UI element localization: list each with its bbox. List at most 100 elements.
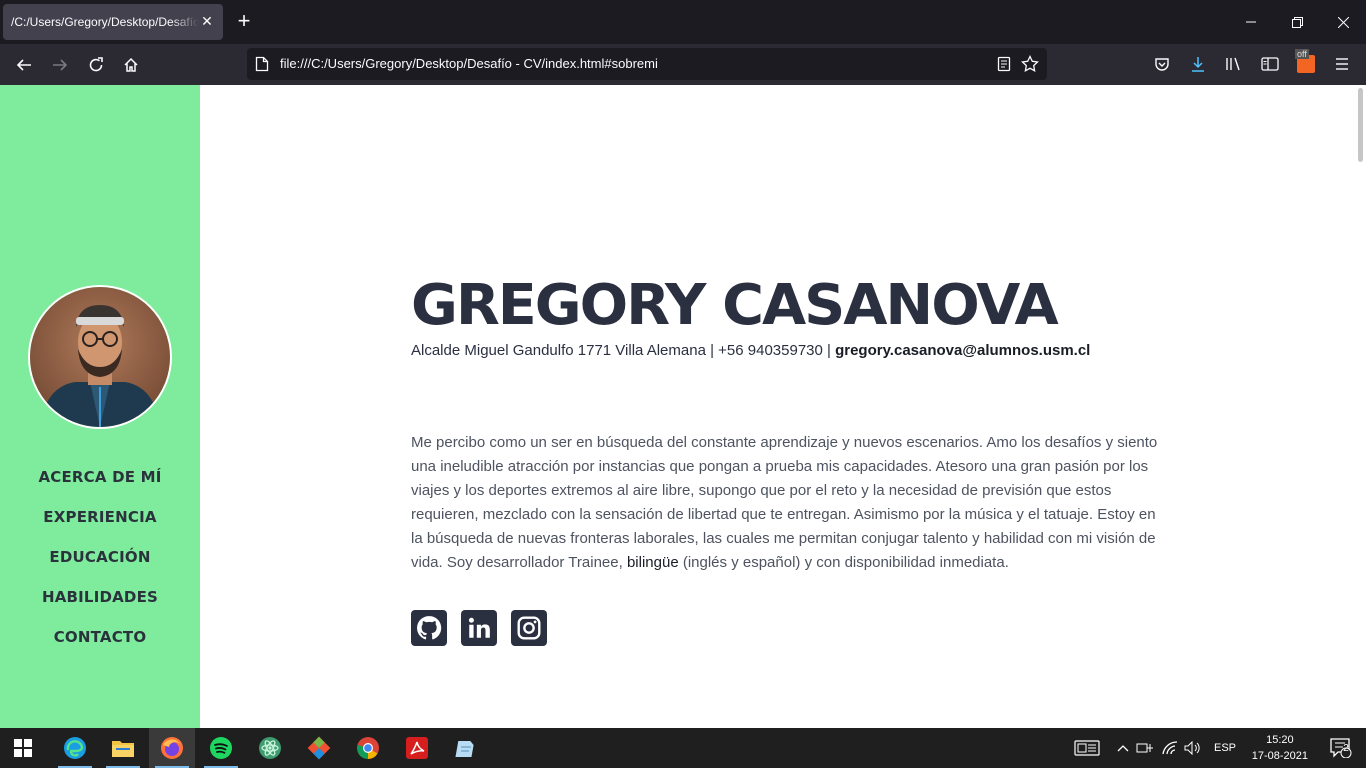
acrobat-icon — [406, 737, 428, 759]
browser-tab-bar: /C:/Users/Gregory/Desktop/Desafío - CV/i… — [0, 0, 1366, 44]
forward-button[interactable] — [45, 50, 75, 80]
arrow-right-icon — [53, 59, 68, 71]
page-title: GREGORY CASANOVA — [411, 273, 1059, 338]
extension-badge: off — [1295, 49, 1309, 59]
minimize-button[interactable] — [1228, 0, 1274, 44]
downloads-button[interactable] — [1187, 53, 1209, 75]
sidebar-item-experiencia[interactable]: EXPERIENCIA — [0, 502, 200, 542]
sidebar-toggle-button[interactable] — [1259, 53, 1281, 75]
hamburger-icon — [1336, 58, 1348, 70]
url-bar[interactable]: file:///C:/Users/Gregory/Desktop/Desafío… — [247, 48, 1047, 80]
social-links — [411, 610, 547, 646]
start-button[interactable] — [0, 728, 46, 768]
github-icon — [417, 616, 442, 640]
linkedin-link[interactable] — [461, 610, 497, 646]
taskbar-clock[interactable]: 15:20 17-08-2021 — [1252, 732, 1308, 764]
about-highlight: bilingüe — [626, 554, 679, 571]
system-tray: ESP — [1074, 728, 1236, 768]
sidebar-item-label[interactable]: EDUCACIÓN — [49, 548, 150, 566]
sidebar-item-label[interactable]: ACERCA DE MÍ — [38, 468, 161, 486]
url-text: file:///C:/Users/Gregory/Desktop/Desafío… — [280, 56, 658, 71]
browser-nav-bar: file:///C:/Users/Gregory/Desktop/Desafío… — [0, 44, 1366, 85]
pocket-icon — [1155, 58, 1169, 71]
taskbar-chrome[interactable] — [345, 728, 391, 768]
page-scrollbar[interactable] — [1354, 85, 1366, 728]
extension-icon: off — [1295, 49, 1315, 73]
notification-center-button[interactable]: 2 — [1330, 738, 1352, 763]
page-icon — [255, 56, 269, 72]
taskbar-firefox[interactable] — [149, 728, 195, 768]
library-icon — [1226, 57, 1240, 71]
clock-time: 15:20 — [1266, 734, 1294, 746]
new-tab-button[interactable]: + — [232, 10, 256, 34]
tab-title: /C:/Users/Gregory/Desktop/Desafío - CV/i… — [11, 15, 199, 29]
profile-photo-image — [30, 287, 170, 427]
sidebar-item-habilidades[interactable]: HABILIDADES — [0, 582, 200, 622]
sidebar-item-acerca[interactable]: ACERCA DE MÍ — [0, 462, 200, 502]
sidebar-icon — [1261, 57, 1279, 71]
arrow-left-icon — [16, 59, 31, 71]
notification-count: 2 — [1343, 743, 1349, 754]
folder-icon — [112, 741, 134, 757]
taskbar-notes[interactable] — [443, 728, 489, 768]
language-indicator[interactable]: ESP — [1214, 742, 1236, 754]
taskbar-git[interactable] — [296, 728, 342, 768]
atom-icon — [259, 737, 281, 759]
reload-button[interactable] — [81, 50, 111, 80]
taskbar-file-explorer[interactable] — [100, 728, 146, 768]
chrome-icon — [357, 737, 379, 759]
windows-icon — [14, 739, 32, 757]
sidebar-menu: ACERCA DE MÍ EXPERIENCIA EDUCACIÓN HABIL… — [0, 462, 200, 662]
browser-tab[interactable]: /C:/Users/Gregory/Desktop/Desafío - CV/i… — [3, 4, 223, 40]
notes-icon — [455, 741, 474, 757]
instagram-icon — [517, 616, 541, 640]
network-device-icon[interactable] — [1136, 741, 1154, 755]
git-icon — [307, 736, 331, 760]
github-link[interactable] — [411, 610, 447, 646]
clock-date: 17-08-2021 — [1251, 750, 1308, 762]
sidebar-item-educacion[interactable]: EDUCACIÓN — [0, 542, 200, 582]
email-link[interactable]: gregory.casanova@alumnos.usm.cl — [835, 342, 1090, 359]
about-text-2: (inglés y español) y con disponibilidad … — [678, 554, 1009, 571]
avatar — [28, 285, 172, 429]
close-window-button[interactable] — [1320, 0, 1366, 44]
news-widget-icon[interactable] — [1074, 740, 1100, 756]
chevron-up-icon[interactable] — [1116, 743, 1130, 753]
tab-close-icon[interactable]: ✕ — [199, 13, 215, 29]
sidebar-item-label[interactable]: CONTACTO — [54, 628, 147, 646]
restore-button[interactable] — [1274, 0, 1320, 44]
sidebar-item-label[interactable]: EXPERIENCIA — [43, 508, 156, 526]
extension-button[interactable]: off — [1295, 49, 1317, 75]
library-button[interactable] — [1223, 53, 1245, 75]
taskbar-spotify[interactable] — [198, 728, 244, 768]
back-button[interactable] — [9, 50, 39, 80]
home-icon — [124, 57, 138, 72]
bookmark-star-icon[interactable] — [1021, 55, 1039, 73]
page-viewport: ACERCA DE MÍ EXPERIENCIA EDUCACIÓN HABIL… — [0, 85, 1366, 728]
minimize-icon — [1246, 21, 1256, 23]
restore-icon — [1291, 16, 1303, 28]
sidebar-item-contacto[interactable]: CONTACTO — [0, 622, 200, 662]
edge-icon — [64, 737, 86, 759]
contact-line: Alcalde Miguel Gandulfo 1771 Villa Alema… — [411, 342, 1090, 359]
taskbar-atom[interactable] — [247, 728, 293, 768]
pocket-button[interactable] — [1151, 53, 1173, 75]
taskbar-edge[interactable] — [52, 728, 98, 768]
about-text-1: Me percibo como un ser en búsqueda del c… — [411, 434, 1158, 571]
spotify-icon — [210, 737, 232, 759]
home-button[interactable] — [116, 50, 146, 80]
close-icon — [1337, 16, 1349, 28]
download-icon — [1192, 57, 1204, 72]
taskbar: ESP 15:20 17-08-2021 2 — [0, 728, 1366, 768]
scrollbar-thumb[interactable] — [1358, 88, 1363, 162]
taskbar-acrobat[interactable] — [394, 728, 440, 768]
sidebar-item-label[interactable]: HABILIDADES — [42, 588, 158, 606]
reader-view-icon[interactable] — [997, 56, 1011, 72]
linkedin-icon — [468, 617, 490, 638]
wifi-icon[interactable] — [1162, 741, 1178, 755]
address-phone: Alcalde Miguel Gandulfo 1771 Villa Alema… — [411, 342, 836, 359]
firefox-icon — [161, 737, 183, 759]
volume-icon[interactable] — [1184, 741, 1202, 755]
instagram-link[interactable] — [511, 610, 547, 646]
menu-button[interactable] — [1331, 53, 1353, 75]
